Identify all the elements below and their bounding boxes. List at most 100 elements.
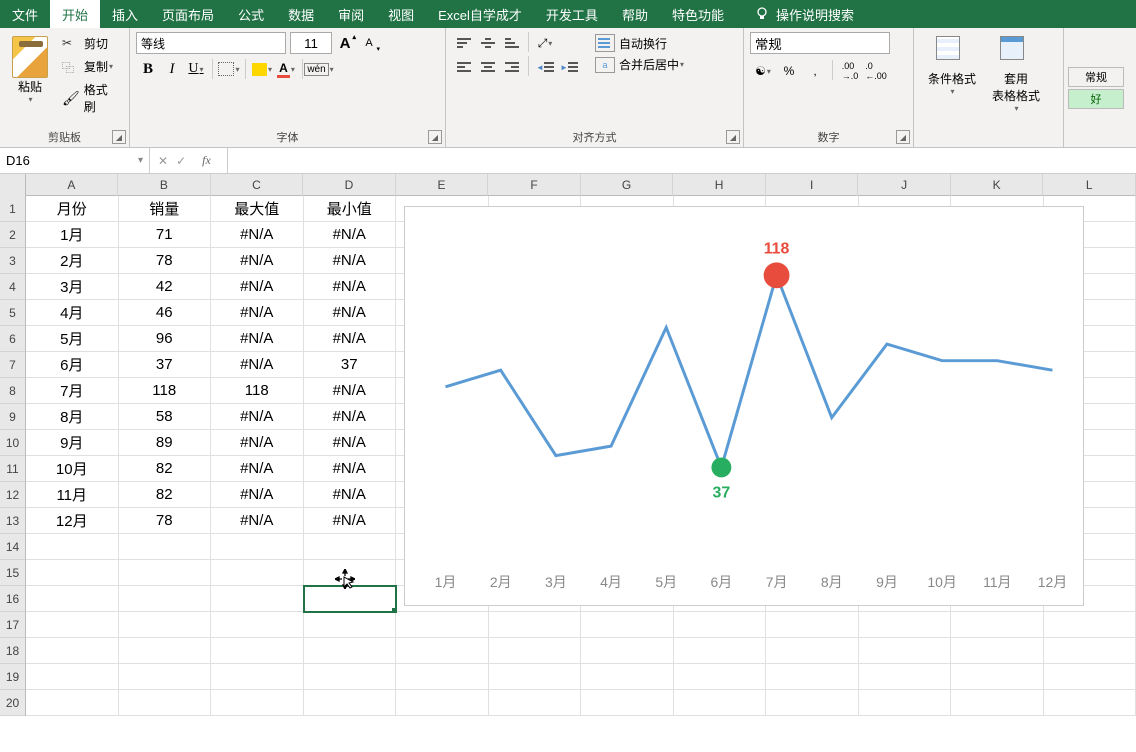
cell-A18[interactable] <box>26 638 119 664</box>
row-header-11[interactable]: 11 <box>0 456 25 482</box>
fx-icon[interactable]: fx <box>194 153 219 168</box>
cut-button[interactable]: 剪切 <box>58 33 123 54</box>
name-box-input[interactable] <box>6 153 106 168</box>
align-bottom-button[interactable] <box>500 32 524 54</box>
cell-C9[interactable]: #N/A <box>211 404 304 430</box>
cell-B6[interactable]: 96 <box>119 326 212 352</box>
paste-button[interactable]: 粘贴 ▾ <box>6 32 54 118</box>
menu-special[interactable]: 特色功能 <box>660 0 736 28</box>
format-as-table-button[interactable]: 套用 表格格式 ▾ <box>984 32 1048 117</box>
menu-view[interactable]: 视图 <box>376 0 426 28</box>
cell-B12[interactable]: 82 <box>119 482 212 508</box>
cell-A16[interactable] <box>26 586 119 612</box>
cell-D5[interactable]: #N/A <box>304 300 397 326</box>
cell-A11[interactable]: 10月 <box>26 456 119 482</box>
cell-D4[interactable]: #N/A <box>304 274 397 300</box>
cell-B11[interactable]: 82 <box>119 456 212 482</box>
cell-B7[interactable]: 37 <box>119 352 212 378</box>
cell-A13[interactable]: 12月 <box>26 508 119 534</box>
cell-K19[interactable] <box>951 664 1044 690</box>
cell-D13[interactable]: #N/A <box>304 508 397 534</box>
cell-J18[interactable] <box>859 638 952 664</box>
menu-developer[interactable]: 开发工具 <box>534 0 610 28</box>
cell-B10[interactable]: 89 <box>119 430 212 456</box>
align-left-button[interactable] <box>452 56 476 78</box>
cell-C20[interactable] <box>211 690 304 716</box>
cell-A14[interactable] <box>26 534 119 560</box>
border-button[interactable]: ▾ <box>217 58 241 80</box>
cell-D8[interactable]: #N/A <box>304 378 397 404</box>
cell-B15[interactable] <box>119 560 212 586</box>
cell-I20[interactable] <box>766 690 859 716</box>
cell-A9[interactable]: 8月 <box>26 404 119 430</box>
column-header-L[interactable]: L <box>1043 174 1136 196</box>
cell-B5[interactable]: 46 <box>119 300 212 326</box>
cell-L17[interactable] <box>1044 612 1136 638</box>
row-header-5[interactable]: 5 <box>0 300 25 326</box>
cell-B18[interactable] <box>119 638 212 664</box>
row-header-2[interactable]: 2 <box>0 222 25 248</box>
cell-F20[interactable] <box>489 690 582 716</box>
bold-button[interactable]: B <box>136 58 160 80</box>
align-center-button[interactable] <box>476 56 500 78</box>
cell-A12[interactable]: 11月 <box>26 482 119 508</box>
cell-A7[interactable]: 6月 <box>26 352 119 378</box>
cell-D6[interactable]: #N/A <box>304 326 397 352</box>
cell-D10[interactable]: #N/A <box>304 430 397 456</box>
number-format-select[interactable] <box>750 32 890 54</box>
row-header-8[interactable]: 8 <box>0 378 25 404</box>
cancel-icon[interactable]: ✕ <box>158 154 168 168</box>
cell-H19[interactable] <box>674 664 767 690</box>
cell-B4[interactable]: 42 <box>119 274 212 300</box>
italic-button[interactable]: I <box>160 58 184 80</box>
cell-J19[interactable] <box>859 664 952 690</box>
column-header-G[interactable]: G <box>581 174 674 196</box>
decrease-indent-button[interactable] <box>533 56 557 78</box>
column-header-E[interactable]: E <box>396 174 489 196</box>
menu-data[interactable]: 数据 <box>276 0 326 28</box>
cell-G20[interactable] <box>581 690 674 716</box>
cell-F19[interactable] <box>489 664 582 690</box>
column-header-A[interactable]: A <box>26 174 119 196</box>
menu-excel-self[interactable]: Excel自学成才 <box>426 0 534 28</box>
row-header-14[interactable]: 14 <box>0 534 25 560</box>
row-header-15[interactable]: 15 <box>0 560 25 586</box>
row-header-18[interactable]: 18 <box>0 638 25 664</box>
cell-E18[interactable] <box>396 638 489 664</box>
cell-D3[interactable]: #N/A <box>304 248 397 274</box>
cell-B17[interactable] <box>119 612 212 638</box>
cell-D9[interactable]: #N/A <box>304 404 397 430</box>
row-header-12[interactable]: 12 <box>0 482 25 508</box>
cell-E19[interactable] <box>396 664 489 690</box>
dialog-launcher[interactable]: ◢ <box>112 130 126 144</box>
cell-C6[interactable]: #N/A <box>211 326 304 352</box>
cell-A2[interactable]: 1月 <box>26 222 119 248</box>
menu-page-layout[interactable]: 页面布局 <box>150 0 226 28</box>
cell-A8[interactable]: 7月 <box>26 378 119 404</box>
chevron-down-icon[interactable]: ▾ <box>138 155 143 166</box>
cell-C8[interactable]: 118 <box>211 378 304 404</box>
cell-D14[interactable] <box>304 534 397 560</box>
cell-A4[interactable]: 3月 <box>26 274 119 300</box>
cell-D18[interactable] <box>304 638 397 664</box>
cell-K20[interactable] <box>951 690 1044 716</box>
cell-A5[interactable]: 4月 <box>26 300 119 326</box>
cell-C16[interactable] <box>211 586 304 612</box>
column-header-J[interactable]: J <box>858 174 951 196</box>
cell-D2[interactable]: #N/A <box>304 222 397 248</box>
menu-home[interactable]: 开始 <box>50 0 100 28</box>
cell-K17[interactable] <box>951 612 1044 638</box>
cell-C1[interactable]: 最大值 <box>211 196 304 222</box>
row-header-17[interactable]: 17 <box>0 612 25 638</box>
row-header-13[interactable]: 13 <box>0 508 25 534</box>
cell-A3[interactable]: 2月 <box>26 248 119 274</box>
dialog-launcher[interactable]: ◢ <box>896 130 910 144</box>
cell-C11[interactable]: #N/A <box>211 456 304 482</box>
comma-button[interactable]: , <box>802 60 828 82</box>
row-header-3[interactable]: 3 <box>0 248 25 274</box>
row-header-9[interactable]: 9 <box>0 404 25 430</box>
cell-C4[interactable]: #N/A <box>211 274 304 300</box>
cell-D20[interactable] <box>304 690 397 716</box>
align-right-button[interactable] <box>500 56 524 78</box>
cell-A10[interactable]: 9月 <box>26 430 119 456</box>
